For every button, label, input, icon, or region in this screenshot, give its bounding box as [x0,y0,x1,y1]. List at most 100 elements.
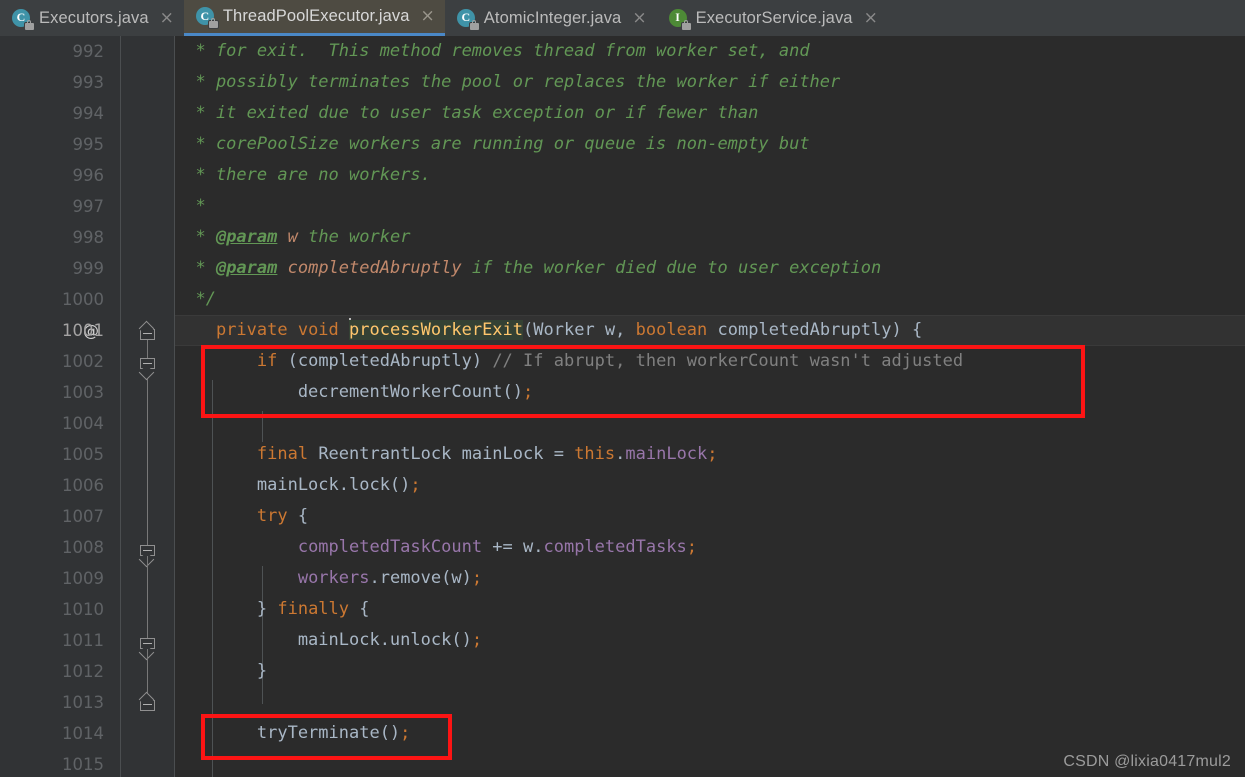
editor-tab-threadpoolexecutor[interactable]: C ThreadPoolExecutor.java × [183,0,445,36]
line-number: 997 [72,197,105,216]
code-token: finally [277,599,360,619]
code-line[interactable]: 995 * corePoolSize workers are running o… [0,129,1245,160]
code-line[interactable]: 997 * [0,191,1245,222]
code-text[interactable]: * it exited due to user task exception o… [175,98,758,129]
code-token: completedAbruptly) { [717,320,923,340]
code-text[interactable]: tryTerminate(); [175,718,411,749]
code-line[interactable]: 1005 final ReentrantLock mainLock = this… [0,439,1245,470]
code-token: * [175,227,216,247]
code-token: if the worker died due to user exception [461,258,882,278]
code-text[interactable]: mainLock.unlock(); [175,625,482,656]
code-text[interactable]: * possibly terminates the pool or replac… [175,67,840,98]
line-number: 1012 [62,662,104,681]
line-number: 996 [72,166,105,185]
line-number: 1000 [62,290,104,309]
code-token: @param [215,227,278,247]
code-token: * possibly terminates the pool or replac… [175,72,841,92]
code-line[interactable]: 999 * @param completedAbruptly if the wo… [0,253,1245,284]
code-line[interactable]: 993 * possibly terminates the pool or re… [0,67,1245,98]
code-text[interactable]: * corePoolSize workers are running or qu… [175,129,809,160]
code-token: try [256,506,298,526]
code-line[interactable]: 1002 if (completedAbruptly) // If abrupt… [0,346,1245,377]
close-icon[interactable]: × [632,9,646,27]
editor-tab-atomicinteger[interactable]: C AtomicInteger.java × [445,0,657,36]
line-number: 1003 [62,383,104,402]
code-line[interactable]: 1003 decrementWorkerCount(); [0,377,1245,408]
code-line[interactable]: 1010 } finally { [0,594,1245,625]
code-text[interactable]: * there are no workers. [175,160,430,191]
line-number: 1010 [62,600,104,619]
code-line[interactable]: 1013 [0,687,1245,718]
java-interface-icon: I [668,8,691,30]
code-line[interactable]: 998 * @param w the worker [0,222,1245,253]
code-text[interactable]: workers.remove(w); [175,563,482,594]
code-text[interactable]: completedTaskCount += w.completedTasks; [175,532,697,563]
code-line[interactable]: @1001 private void processWorkerExit(Wor… [0,315,1245,346]
code-token: ; [523,382,534,402]
code-line[interactable]: 996 * there are no workers. [0,160,1245,191]
code-text[interactable]: } [175,656,267,687]
code-text[interactable]: private void processWorkerExit(Worker w,… [175,315,922,346]
editor-tab-label: ThreadPoolExecutor.java [222,7,410,25]
line-number: 992 [72,42,105,61]
code-token: tryTerminate() [175,723,401,743]
code-token: decrementWorkerCount() [175,382,523,402]
code-text[interactable]: } finally { [175,594,370,625]
line-number: 995 [72,135,105,154]
code-line[interactable]: 1004 [0,408,1245,439]
code-line[interactable]: 1006 mainLock.lock(); [0,470,1245,501]
line-number: 1011 [62,631,104,650]
code-token: .remove(w) [369,568,472,588]
code-text[interactable]: final ReentrantLock mainLock = this.main… [175,439,718,470]
code-line[interactable]: 1007 try { [0,501,1245,532]
code-text[interactable]: if (completedAbruptly) // If abrupt, the… [175,346,963,377]
padlock-icon [469,19,479,30]
code-token: ; [707,444,718,464]
code-token: private void [215,320,350,340]
close-icon[interactable]: × [864,9,878,27]
code-line[interactable]: 1008 completedTaskCount += w.completedTa… [0,532,1245,563]
padlock-icon [25,19,34,30]
code-token: ; [400,723,411,743]
code-text[interactable]: * [175,191,205,222]
code-text[interactable]: try { [175,501,308,532]
code-text[interactable]: mainLock.lock(); [175,470,421,501]
code-line[interactable]: 1014 tryTerminate(); [0,718,1245,749]
code-text[interactable]: */ [175,284,216,315]
code-text[interactable]: * for exit. This method removes thread f… [175,36,809,67]
code-line[interactable]: 1012 } [0,656,1245,687]
line-number: 1005 [62,445,104,464]
code-token: if [256,351,288,371]
code-line[interactable]: 1009 workers.remove(w); [0,563,1245,594]
code-token: */ [175,289,216,309]
code-token: Worker w, [533,320,636,340]
code-line[interactable]: 992 * for exit. This method removes thre… [0,36,1245,67]
code-token: ReentrantLock mainLock = [318,444,575,464]
code-token: workers [297,568,370,588]
code-text[interactable]: * @param w the worker [175,222,410,253]
code-line[interactable]: 994 * it exited due to user task excepti… [0,98,1245,129]
editor-tab-executorservice[interactable]: I ExecutorService.java × [657,0,888,36]
close-icon[interactable]: × [421,8,435,25]
editor-tab-executors[interactable]: C Executors.java × [0,0,184,36]
line-number: 1013 [62,693,104,712]
line-number: 1006 [62,476,104,495]
code-line[interactable]: 1000 */ [0,284,1245,315]
code-text[interactable]: * @param completedAbruptly if the worker… [175,253,881,284]
close-icon[interactable]: × [160,9,174,27]
code-text[interactable]: decrementWorkerCount(); [175,377,533,408]
line-number: 1014 [62,724,104,743]
code-editor[interactable]: 992 * for exit. This method removes thre… [0,36,1245,777]
code-line[interactable]: 1011 mainLock.unlock(); [0,625,1245,656]
padlock-icon [208,18,218,28]
line-number: 1009 [62,569,104,588]
code-line[interactable]: 1015 [0,749,1245,777]
editor-tab-bar: C Executors.java × C ThreadPoolExecutor.java… [0,0,1245,36]
line-number: 1001 [62,321,104,340]
code-token: += w. [482,537,544,557]
code-lines[interactable]: 992 * for exit. This method removes thre… [0,36,1245,777]
line-number: 1007 [62,507,104,526]
